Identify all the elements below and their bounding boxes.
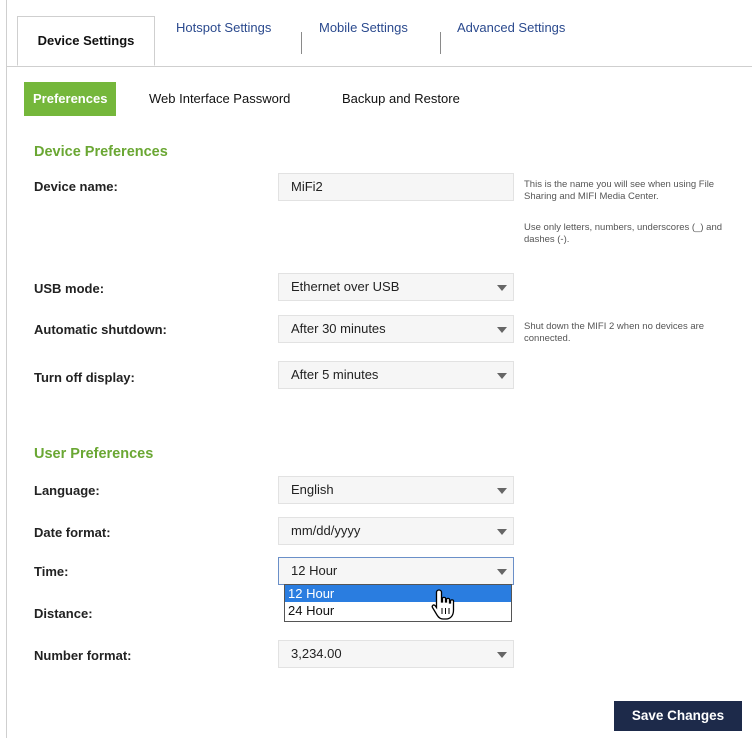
chevron-down-icon bbox=[497, 285, 507, 291]
save-changes-button[interactable]: Save Changes bbox=[614, 701, 742, 731]
chevron-down-icon bbox=[497, 327, 507, 333]
auto-shutdown-help: Shut down the MIFI 2 when no devices are… bbox=[524, 321, 705, 344]
auto-shutdown-label: Automatic shutdown: bbox=[34, 322, 167, 337]
tab-mobile-settings[interactable]: Mobile Settings bbox=[319, 18, 408, 38]
date-format-select[interactable]: mm/dd/yyyy bbox=[278, 517, 514, 545]
display-off-value: After 5 minutes bbox=[291, 367, 379, 382]
device-name-rules-help: Use only letters, numbers, underscores (… bbox=[524, 222, 723, 245]
tab-separator bbox=[301, 32, 302, 54]
hand-cursor-icon bbox=[431, 589, 455, 620]
language-value: English bbox=[291, 482, 334, 497]
chevron-down-icon bbox=[497, 652, 507, 658]
chevron-down-icon bbox=[497, 488, 507, 494]
date-format-label: Date format: bbox=[34, 525, 111, 540]
device-name-help: This is the name you will see when using… bbox=[524, 179, 715, 202]
tab-advanced-settings[interactable]: Advanced Settings bbox=[457, 18, 565, 38]
date-format-value: mm/dd/yyyy bbox=[291, 523, 361, 538]
tab-separator bbox=[440, 32, 441, 54]
language-select[interactable]: English bbox=[278, 476, 514, 504]
user-preferences-heading: User Preferences bbox=[34, 446, 154, 462]
auto-shutdown-value: After 30 minutes bbox=[291, 321, 386, 336]
chevron-down-icon bbox=[497, 373, 507, 379]
usb-mode-select[interactable]: Ethernet over USB bbox=[278, 273, 514, 301]
usb-mode-label: USB mode: bbox=[34, 281, 105, 296]
time-value: 12 Hour bbox=[291, 563, 338, 578]
distance-label: Distance: bbox=[34, 606, 93, 621]
time-select[interactable]: 12 Hour bbox=[278, 557, 514, 585]
display-off-label: Turn off display: bbox=[34, 370, 135, 385]
usb-mode-value: Ethernet over USB bbox=[291, 279, 400, 294]
device-preferences-heading: Device Preferences bbox=[34, 144, 168, 160]
settings-tabbar: Device Settings Hotspot Settings Mobile … bbox=[6, 12, 752, 67]
number-format-select[interactable]: 3,234.00 bbox=[278, 640, 514, 668]
chevron-down-icon bbox=[497, 569, 507, 575]
number-format-value: 3,234.00 bbox=[291, 646, 342, 661]
subtab-web-interface-password[interactable]: Web Interface Password bbox=[149, 82, 290, 116]
language-label: Language: bbox=[34, 483, 100, 498]
auto-shutdown-select[interactable]: After 30 minutes bbox=[278, 315, 514, 343]
number-format-label: Number format: bbox=[34, 648, 132, 663]
time-option-24-hour[interactable]: 24 Hour bbox=[285, 602, 511, 619]
tab-hotspot-settings[interactable]: Hotspot Settings bbox=[176, 18, 271, 38]
time-option-12-hour[interactable]: 12 Hour bbox=[285, 585, 511, 602]
device-name-label: Device name: bbox=[34, 179, 118, 194]
subtab-backup-restore[interactable]: Backup and Restore bbox=[342, 82, 460, 116]
subtab-preferences[interactable]: Preferences bbox=[24, 82, 117, 116]
time-dropdown-list: 12 Hour 24 Hour bbox=[284, 584, 512, 622]
device-name-input[interactable]: MiFi2 bbox=[278, 173, 514, 201]
display-off-select[interactable]: After 5 minutes bbox=[278, 361, 514, 389]
tab-device-settings[interactable]: Device Settings bbox=[17, 16, 155, 66]
chevron-down-icon bbox=[497, 529, 507, 535]
time-label: Time: bbox=[34, 564, 69, 579]
